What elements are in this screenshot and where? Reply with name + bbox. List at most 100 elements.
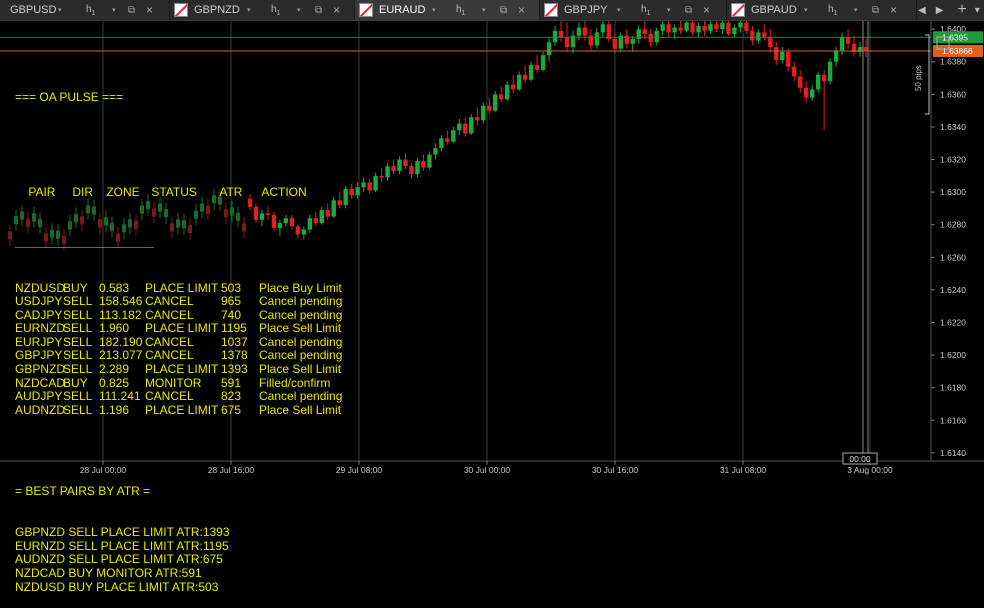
tab-timeframe[interactable]: h1 [271,4,280,17]
symbol-flag-icon [544,3,558,17]
tab-dropdown-icon[interactable]: ▾ [58,6,62,14]
timeframe-dropdown-icon[interactable]: ▾ [482,6,486,14]
row-zone: 158.546 [99,294,143,309]
row-action: Place Sell Limit [259,402,342,417]
candle-body [654,30,659,43]
candle-body [391,166,396,171]
row-pair: GBPNZD [15,362,66,377]
candle-body [606,24,612,39]
row-pair: NZDUSD [15,280,65,295]
pair-row: AUDNZDSELL 1.196 PLACE LIMIT 675 Place Sell … [15,402,342,418]
candle-body [630,38,635,44]
symbol-flag-icon [174,3,188,17]
tab-timeframe[interactable]: h1 [641,4,650,17]
tab-prev-icon[interactable]: ◀ [918,5,926,16]
tab-timeframe[interactable]: h1 [828,4,837,17]
popout-icon[interactable]: ⧉ [872,5,879,16]
timeframe-dropdown-icon[interactable]: ▾ [297,6,301,14]
close-tab-icon[interactable]: × [703,3,710,17]
add-tab-icon[interactable]: + [957,1,966,19]
tab-symbol: GBPJPY [564,4,608,16]
close-tab-icon[interactable]: × [518,3,525,17]
tab-euraud[interactable]: EURAUD ▾ h1 ▾ ⧉ × [355,0,540,20]
pair-row: EURJPYSELL 182.190 CANCEL 1037 Cancel pendin… [15,334,342,350]
popout-icon[interactable]: ⧉ [315,5,322,16]
row-atr: 1378 [221,348,248,363]
popout-icon[interactable]: ⧉ [128,5,135,16]
time-tick-label: 29 Jul 08:00 [336,465,383,475]
header-action: ACTION [261,185,307,200]
row-dir: SELL [63,348,93,363]
candle-body [720,22,725,30]
candle-body [642,29,647,35]
row-action: Place Buy Limit [259,280,342,295]
header-atr: ATR [219,185,243,200]
tab-gbpjpy[interactable]: GBPJPY ▾ h1 ▾ ⧉ × [540,0,727,20]
row-atr: 591 [221,375,242,390]
candle-body [756,32,761,41]
row-status: MONITOR [145,375,202,390]
tab-dropdown-icon[interactable]: ▾ [432,6,436,14]
row-zone: 182.190 [99,334,143,349]
candle-body [750,30,755,41]
candle-body [684,22,689,31]
pair-rows: NZDUSDBUY 0.583 PLACE LIMIT 503 Place Buy Li… [15,280,343,418]
candle-body [696,25,701,33]
close-tab-icon[interactable]: × [146,3,153,17]
time-tick-label: 3 Aug 00:00 [847,465,893,475]
tab-navigation: ◀ ▶ + ▾ [918,0,980,20]
row-action: Cancel pending [259,307,343,322]
row-atr: 965 [221,294,242,309]
popout-icon[interactable]: ⧉ [685,5,692,16]
symbol-flag-icon [731,3,745,17]
row-atr: 1195 [221,321,247,336]
time-tick-label: 31 Jul 08:00 [720,465,767,475]
candle-body [594,32,600,46]
candle-body [8,231,12,240]
timeframe-dropdown-icon[interactable]: ▾ [112,6,116,14]
candle-body [690,22,695,33]
timeframe-dropdown-icon[interactable]: ▾ [854,6,858,14]
candle-body [487,105,492,111]
pips-ruler [925,34,930,115]
candle-body [708,24,713,31]
close-tab-icon[interactable]: × [333,3,340,17]
best-pairs-list: GBPNZD SELL PLACE LIMIT ATR:1393 EURNZD S… [15,526,342,594]
row-dir: SELL [63,402,93,417]
tab-next-icon[interactable]: ▶ [936,5,944,16]
candle-body [762,32,767,38]
tab-dropdown-icon[interactable]: ▾ [247,6,251,14]
candle-body [498,94,504,100]
tab-list-menu-icon[interactable]: ▾ [975,5,980,16]
price-tick-label: 1.6320 [940,155,966,165]
tab-gbpusd[interactable]: GBPUSD ▾ h1 ▾ ⧉ × [0,0,170,20]
candle-body [439,138,444,149]
price-tick-label: 1.6140 [940,448,966,458]
tab-dropdown-icon[interactable]: ▾ [804,6,808,14]
price-tick-label: 1.6380 [940,57,966,67]
candle-body [774,47,779,61]
candle-body [373,175,378,191]
cursor-time-label: 00:00 [849,454,871,464]
tab-gbpaud[interactable]: GBPAUD ▾ h1 ▾ ⧉ × [727,0,917,20]
row-action: Filled/confirm [259,375,331,390]
close-tab-icon[interactable]: × [890,3,897,17]
popout-icon[interactable]: ⧉ [500,5,507,16]
candle-body [528,65,534,80]
row-action: Cancel pending [259,348,343,363]
chart-tab-bar: GBPUSD ▾ h1 ▾ ⧉ × GBPNZD ▾ h1 ▾ ⧉ × EURAUD ▾ h1 ▾ ⧉ × GBPJ… [0,0,984,21]
timeframe-dropdown-icon[interactable]: ▾ [667,6,671,14]
tab-dropdown-icon[interactable]: ▾ [617,6,621,14]
pair-row: AUDJPYSELL 111.241 CANCEL 823 Cancel pending [15,390,342,404]
candle-body [702,25,707,31]
candle-body [732,27,737,35]
tab-timeframe[interactable]: h1 [86,4,95,17]
tab-gbpnzd[interactable]: GBPNZD ▾ h1 ▾ ⧉ × [170,0,355,20]
price-tick-label: 1.6240 [940,285,966,295]
pair-row: GBPJPYSELL 213.077 CANCEL 1378 Cancel pendin… [15,349,342,363]
candle-body [421,161,426,168]
tab-symbol: GBPUSD [10,4,57,16]
tab-timeframe[interactable]: h1 [456,4,465,17]
row-status: PLACE LIMIT [145,402,219,417]
candle-body [552,30,558,43]
